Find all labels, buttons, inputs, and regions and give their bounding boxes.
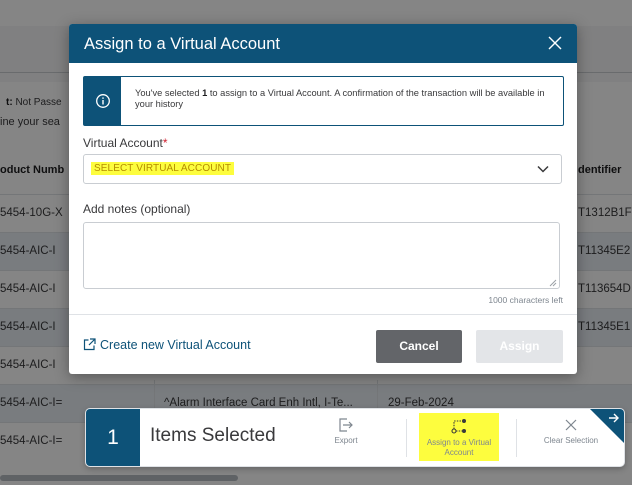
chevron-down-icon bbox=[537, 165, 549, 173]
info-message: You've selected 1 to assign to a Virtual… bbox=[135, 88, 555, 110]
info-text-before: You've selected bbox=[135, 88, 203, 98]
export-action[interactable]: Export bbox=[324, 417, 368, 446]
items-selected-label: Items Selected bbox=[150, 425, 276, 446]
arrow-right-icon[interactable] bbox=[608, 412, 620, 424]
close-icon[interactable] bbox=[545, 33, 565, 53]
export-icon bbox=[339, 418, 353, 432]
selected-items-count: 1 bbox=[86, 409, 140, 466]
close-icon bbox=[565, 419, 577, 431]
action-divider bbox=[406, 419, 407, 457]
info-alert: You've selected 1 to assign to a Virtual… bbox=[83, 76, 564, 126]
export-label: Export bbox=[334, 436, 358, 445]
notes-label: Add notes (optional) bbox=[83, 202, 191, 216]
notes-textarea[interactable] bbox=[83, 222, 560, 289]
assign-virtual-account-modal: Assign to a Virtual Account You've selec… bbox=[69, 24, 577, 374]
create-virtual-account-link[interactable]: Create new Virtual Account bbox=[83, 338, 251, 352]
selection-action-bar: 1 Items Selected Export Assign to a Virt… bbox=[85, 408, 625, 467]
modal-header: Assign to a Virtual Account bbox=[69, 24, 577, 63]
cancel-button[interactable]: Cancel bbox=[376, 330, 462, 363]
assign-account-icon bbox=[451, 419, 466, 434]
character-count: 1000 characters left bbox=[488, 295, 563, 305]
virtual-account-label-text: Virtual Account bbox=[83, 136, 163, 150]
assign-action-label: Assign to a Virtual Account bbox=[426, 438, 492, 457]
action-divider bbox=[516, 419, 517, 457]
info-icon bbox=[96, 94, 110, 108]
virtual-account-select[interactable]: SELECT VIRTUAL ACCOUNT bbox=[83, 154, 562, 184]
virtual-account-label: Virtual Account* bbox=[83, 136, 168, 150]
resize-grip-icon[interactable] bbox=[549, 279, 557, 287]
create-link-label: Create new Virtual Account bbox=[100, 338, 251, 352]
external-link-icon bbox=[83, 338, 96, 351]
info-icon-bar bbox=[84, 77, 121, 125]
modal-title: Assign to a Virtual Account bbox=[84, 35, 280, 53]
virtual-account-select-value: SELECT VIRTUAL ACCOUNT bbox=[91, 162, 235, 175]
required-marker: * bbox=[162, 136, 168, 150]
assign-virtual-account-action[interactable]: Assign to a Virtual Account bbox=[419, 413, 499, 461]
modal-divider bbox=[69, 314, 577, 315]
assign-button[interactable]: Assign bbox=[476, 330, 563, 363]
